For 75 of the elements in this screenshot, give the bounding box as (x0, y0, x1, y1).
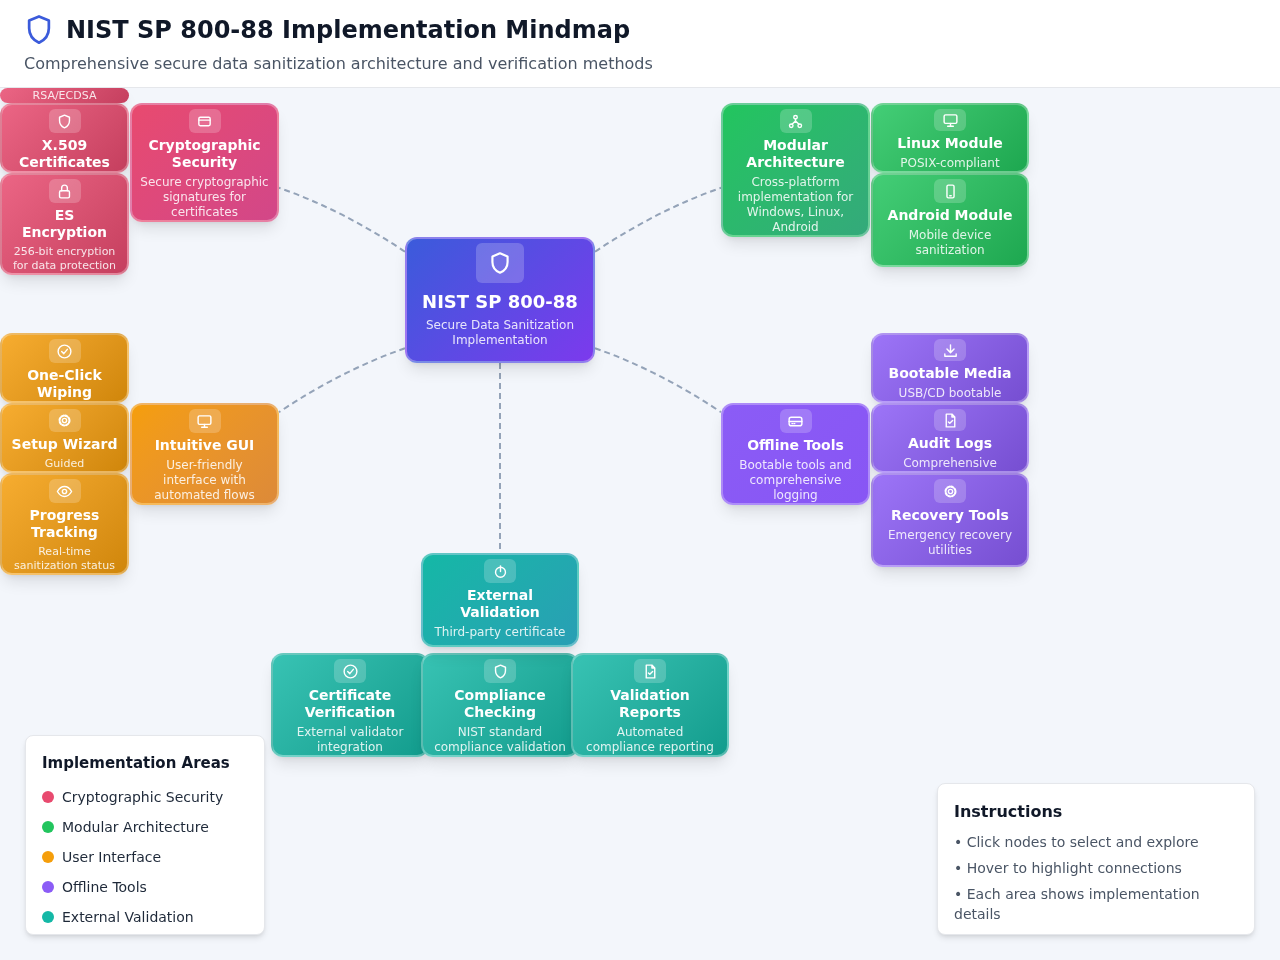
mindmap-node[interactable]: Audit Logs Comprehensive (871, 403, 1029, 473)
node-title: Offline Tools (746, 437, 845, 454)
node-description: Automated compliance reporting (585, 725, 715, 755)
instruction-text: • Hover to highlight connections (954, 859, 1183, 878)
mindmap-node[interactable]: Progress Tracking Real-time sanitization status (0, 473, 129, 575)
node-description: Mobile device sanitization (907, 228, 993, 258)
node-description: User-friendly interface with automated flows (153, 458, 256, 503)
node-title: Compliance Checking (453, 687, 547, 721)
node-description: Cross-platform implementation for Windows, Linux, Android (736, 175, 855, 235)
legend-label: Cryptographic Security (62, 787, 224, 807)
node-description: 256-bit encryption for data protection (11, 245, 118, 273)
instruction-text: • Click nodes to select and explore (954, 833, 1200, 852)
node-description: Secure Data Sanitization Implementation (424, 317, 576, 348)
node-description: RSA/ECDSA (31, 88, 98, 103)
node-title: Setup Wizard (10, 436, 119, 453)
node-title: Audit Logs (906, 435, 994, 452)
instructions-title: Instructions (954, 801, 1064, 823)
monitor-icon (196, 412, 213, 430)
mindmap-node[interactable]: Validation Reports Automated compliance reporting (571, 653, 729, 757)
node-description: Comprehensive (902, 456, 998, 471)
node-title: Android Module (886, 207, 1014, 224)
node-title: Validation Reports (609, 687, 691, 721)
node-title: Certificate Verification (303, 687, 397, 721)
node-description: Guided (43, 457, 86, 471)
mindmap-node[interactable]: X.509 Certificates (0, 103, 129, 173)
node-description: Emergency recovery utilities (887, 528, 1013, 558)
node-title: ES Encryption (21, 207, 108, 241)
mindmap-node[interactable]: External Validation Third-party certificate (421, 553, 579, 647)
legend-title: Implementation Areas (42, 753, 231, 774)
node-title: Bootable Media (887, 365, 1013, 382)
node-description: POSIX-compliant (899, 156, 1001, 171)
mindmap-node[interactable]: Recovery Tools Emergency recovery utilities (871, 473, 1029, 567)
download-icon (941, 341, 959, 359)
node-title: External Validation (459, 587, 541, 621)
lock-icon (56, 182, 73, 200)
check-circle-icon (56, 342, 73, 360)
node-title: Linux Module (896, 135, 1004, 152)
node-title: Recovery Tools (890, 507, 1010, 524)
node-description: Bootable tools and comprehensive logging (738, 458, 853, 503)
mindmap-node[interactable]: Offline Tools Bootable tools and comprehensive logging (721, 403, 870, 505)
mindmap-node[interactable]: Setup Wizard Guided (0, 403, 129, 473)
mindmap-node[interactable]: One-Click Wiping (0, 333, 129, 403)
page-title: NIST SP 800-88 Implementation Mindmap (66, 15, 631, 46)
node-title: Cryptographic Security (147, 137, 262, 171)
mindmap-node[interactable]: Cryptographic Security Secure cryptographic signatures for certificates (130, 103, 279, 222)
node-description: Secure cryptographic signatures for certificates (140, 175, 269, 220)
mindmap-node[interactable]: RSA/ECDSA (0, 88, 129, 103)
monitor-icon (941, 111, 959, 129)
legend-label: Modular Architecture (62, 817, 209, 837)
mindmap-node[interactable]: ES Encryption 256-bit encryption for data protection (0, 173, 129, 275)
node-title: NIST SP 800-88 (421, 291, 579, 314)
node-description: USB/CD bootable (897, 386, 1003, 401)
mindmap-node[interactable]: Intuitive GUI User-friendly interface with automated flows (130, 403, 279, 505)
mindmap-node[interactable]: NIST SP 800-88 Secure Data Sanitization Implementation (405, 237, 595, 363)
mindmap-node[interactable]: Android Module Mobile device sanitization (871, 173, 1029, 267)
node-title: Modular Architecture (745, 137, 846, 171)
node-title: Progress Tracking (28, 507, 101, 541)
network-icon (787, 112, 804, 130)
mindmap-node[interactable]: Linux Module POSIX-compliant (871, 103, 1029, 173)
node-title: Intuitive GUI (153, 437, 256, 454)
mindmap-node[interactable]: Modular Architecture Cross-platform implementation for Windows, Linux, Android (721, 103, 870, 237)
mindmap-node[interactable]: Bootable Media USB/CD bootable (871, 333, 1029, 403)
instruction-text: • Each area shows implementation details (954, 885, 1201, 924)
node-description: NIST standard compliance validation (433, 725, 567, 755)
legend-label: User Interface (62, 847, 162, 867)
node-description: Real-time sanitization status (13, 545, 116, 573)
node-description: External validator integration (295, 725, 405, 755)
node-title: One-Click Wiping (26, 367, 103, 401)
node-title: X.509 Certificates (18, 137, 111, 171)
legend-label: Offline Tools (62, 877, 147, 897)
check-circle-icon (341, 662, 359, 680)
shield-icon (56, 112, 73, 130)
page-subtitle: Comprehensive secure data sanitization architecture and verification methods (24, 53, 654, 75)
legend-label: External Validation (62, 907, 194, 927)
node-description: Third-party certificate (433, 625, 567, 640)
